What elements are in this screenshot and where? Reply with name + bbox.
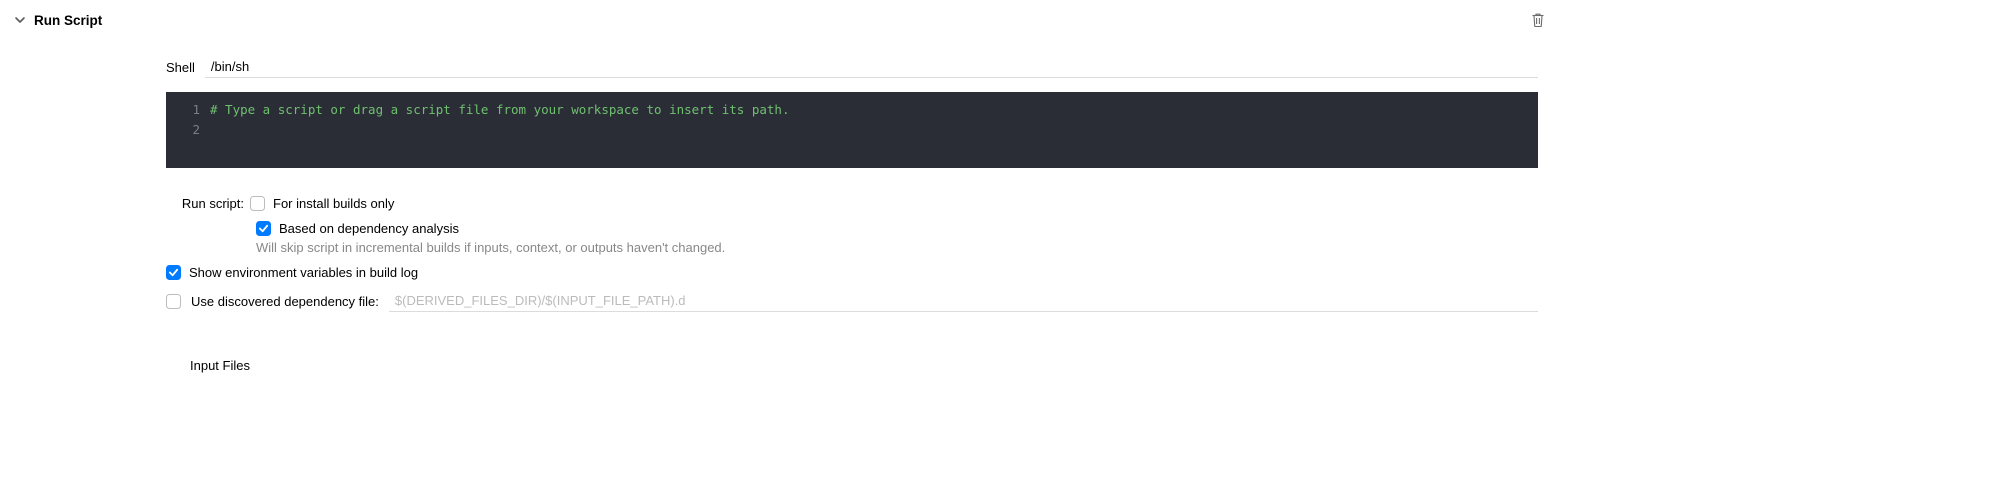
dependency-analysis-hint: Will skip script in incremental builds i… <box>256 240 1538 255</box>
trash-icon[interactable] <box>1530 12 1546 28</box>
script-editor[interactable]: 1 2 # Type a script or drag a script fil… <box>166 92 1538 168</box>
shell-input[interactable] <box>205 56 1538 78</box>
discovered-dep-label: Use discovered dependency file: <box>191 294 379 309</box>
editor-code[interactable]: # Type a script or drag a script file fr… <box>210 92 1538 168</box>
dependency-analysis-label: Based on dependency analysis <box>279 221 459 236</box>
dependency-analysis-checkbox[interactable] <box>256 221 271 236</box>
install-only-label: For install builds only <box>273 196 394 211</box>
editor-gutter: 1 2 <box>166 92 210 168</box>
editor-comment: # Type a script or drag a script file fr… <box>210 102 789 117</box>
show-env-label: Show environment variables in build log <box>189 265 418 280</box>
shell-label: Shell <box>166 60 195 75</box>
run-script-label: Run script: <box>166 196 250 211</box>
show-env-checkbox[interactable] <box>166 265 181 280</box>
section-title: Run Script <box>34 13 102 28</box>
input-files-title: Input Files <box>190 358 1538 373</box>
discovered-dep-input[interactable] <box>389 290 1538 312</box>
discovered-dep-checkbox[interactable] <box>166 294 181 309</box>
chevron-down-icon[interactable] <box>14 14 26 26</box>
install-only-checkbox[interactable] <box>250 196 265 211</box>
